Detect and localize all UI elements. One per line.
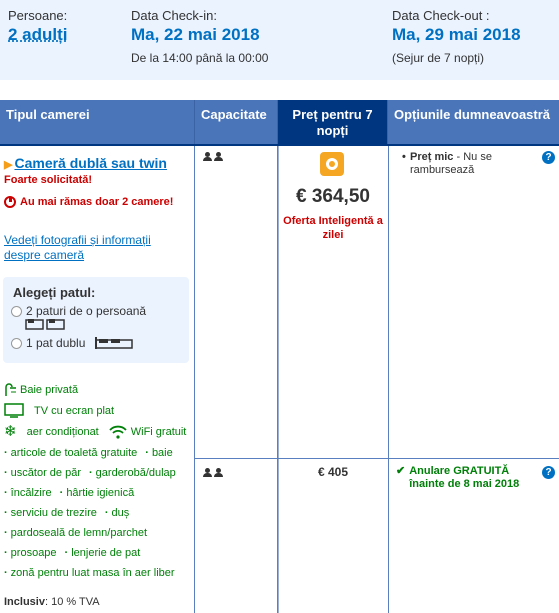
facility-label: serviciu de trezire [4,507,97,519]
search-summary-bar: Persoane: 2 adulți Data Check-in: Ma, 22… [0,0,559,80]
rooms-table-header: Tipul camerei Capacitate Preț pentru 7 n… [0,100,559,144]
facility-row: serviciu de trezire duș [4,507,130,519]
header-capacity: Capacitate [195,100,278,144]
capacity-2-adults [203,468,224,477]
header-options: Opțiunile dumneavoastră [394,107,551,122]
offer-1-price: € 364,50 [296,186,370,207]
clock-icon [4,196,16,208]
bed-selector: Alegeți patul: 2 paturi de o persoană 1 … [3,277,189,363]
facility-label: aer condiționat [26,426,99,438]
checkin-label: Data Check-in: [131,8,217,23]
low-price-label: Preț mic [410,151,454,163]
facility-label: articole de toaletă gratuite [4,447,138,459]
bed-selector-title: Alegeți patul: [13,285,96,300]
bullet: • [402,151,406,163]
guests-value[interactable]: 2 adulți [8,25,68,45]
person-icon [214,152,224,161]
person-icon [203,468,213,477]
snowflake-icon: ❄ [4,423,17,440]
tax-label: Inclusiv [4,596,45,608]
twin-beds-icon [25,319,65,330]
scarcity-text: Au mai rămas doar 2 camere! [20,196,174,208]
smart-deal-label: Oferta Inteligentă a zilei [283,215,383,241]
checkout-block: Data Check-out : Ma, 29 mai 2018 (Sejur … [392,8,521,65]
facility-row: zonă pentru luat masa în aer liber [4,567,175,579]
radio-twin[interactable] [11,306,22,317]
facility-label: lenjerie de pat [65,547,140,559]
facility-label: WiFi gratuit [130,426,187,438]
bed-option-twin[interactable]: 2 paturi de o persoană [11,304,181,318]
tax-value: : 10 % TVA [44,596,100,608]
checkout-label: Data Check-out : [392,8,490,23]
facility-label: Baie privată [20,384,79,396]
column-divider [194,144,195,613]
radio-double[interactable] [11,338,22,349]
tax-info: Inclusiv: 10 % TVA [4,596,100,608]
header-price: Preț pentru 7 nopți [278,100,388,144]
checkin-hours: De la 14:00 până la 00:00 [131,51,269,65]
wifi-icon [109,425,127,439]
check-icon: ✔ [396,465,406,477]
header-room-type: Tipul camerei [0,100,195,144]
capacity-2-adults [203,152,224,161]
checkout-date[interactable]: Ma, 29 mai 2018 [392,25,521,45]
person-icon [203,152,213,161]
facility-row: pardoseală de lemn/parchet [4,527,147,539]
high-demand-label: Foarte solicitată! [4,174,93,186]
stay-length: (Sejur de 7 nopți) [392,51,485,65]
bed-option-twin-label: 2 paturi de o persoană [26,304,147,318]
checkin-block: Data Check-in: Ma, 22 mai 2018 De la 14:… [131,8,268,65]
facility-label: pardoseală de lemn/parchet [4,527,147,539]
checkin-date[interactable]: Ma, 22 mai 2018 [131,25,268,45]
header-underline [0,144,559,146]
facility-row: articole de toaletă gratuite baie [4,447,173,459]
facility-label: hârtie igienică [60,487,134,499]
room-name-link[interactable]: ▶ Cameră dublă sau twin [4,155,167,171]
room-name-text[interactable]: Cameră dublă sau twin [14,155,166,171]
offer-2-price: € 405 [317,465,349,479]
facility-label: duș [105,507,130,519]
help-icon[interactable]: ? [542,151,555,164]
expand-arrow-icon: ▶ [4,159,13,171]
room-photos-link[interactable]: Vedeți fotografii și informații despre c… [4,233,184,263]
facility-label: TV cu ecran plat [34,404,115,417]
row-divider [195,458,559,459]
tv-icon [4,403,24,418]
person-icon [214,468,224,477]
column-divider [388,144,389,613]
facility-label: încălzire [4,487,52,499]
scarcity-notice: Au mai rămas doar 2 camere! [4,196,173,208]
offer-2-conditions: ✔ Anulare GRATUITĂ înainte de 8 mai 2018 [396,465,536,491]
facility-row: încălzire hârtie igienică [4,487,135,499]
guests-label: Persoane: [8,8,68,23]
double-bed-icon [95,337,134,349]
facility-row: uscător de păr garderobă/dulap [4,467,176,479]
shower-icon [5,383,16,396]
facility-item: ❄ aer condiționat WiFi gratuit [4,423,187,440]
bed-option-double[interactable]: 1 pat dublu [11,336,181,350]
free-cancellation-label: Anulare GRATUITĂ înainte de 8 mai 2018 [409,465,520,490]
facility-label: garderobă/dulap [89,467,176,479]
facility-row: prosoape lenjerie de pat [4,547,141,559]
facility-item: Baie privată [4,383,78,397]
facility-label: baie [145,447,173,459]
facility-label: zonă pentru luat masa în aer liber [4,567,175,579]
facility-label: uscător de păr [4,467,81,479]
bed-option-double-label: 1 pat dublu [26,336,86,350]
facility-item: TV cu ecran plat [4,403,114,418]
facility-label: prosoape [4,547,57,559]
guests-block: Persoane: 2 adulți [8,8,68,45]
help-icon[interactable]: ? [542,466,555,479]
smart-deal-icon [320,152,344,176]
offer-1-conditions: • Preț mic - Nu se rambursează [402,151,550,177]
